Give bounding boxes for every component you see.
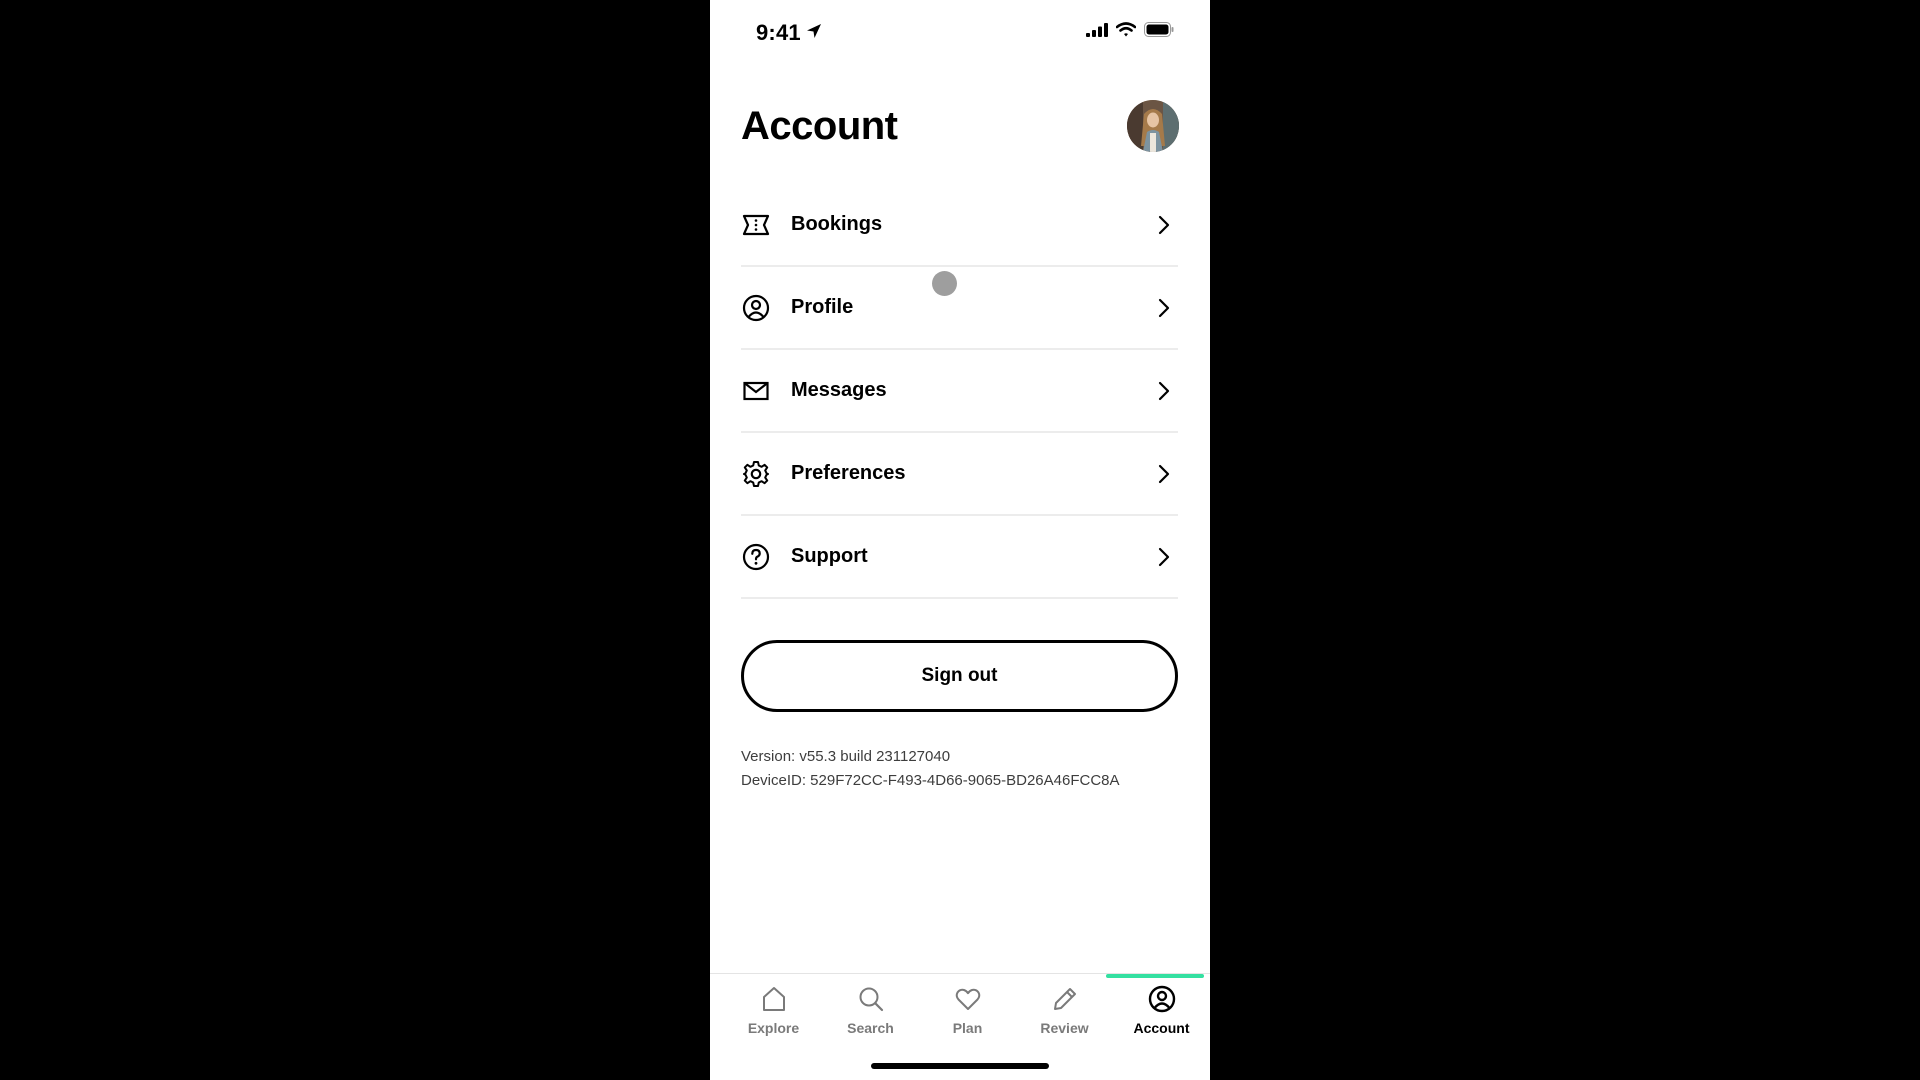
version-text: Version: v55.3 build 231127040 — [741, 748, 951, 765]
pencil-icon — [1050, 984, 1080, 1014]
user-circle-icon — [741, 293, 771, 323]
menu-item-bookings[interactable]: Bookings — [741, 184, 1178, 267]
tab-label: Search — [847, 1020, 894, 1036]
tab-account[interactable]: Account — [1113, 984, 1210, 1036]
user-circle-icon — [1147, 984, 1177, 1014]
device-id-text: DeviceID: 529F72CC-F493-4D66-9065-BD26A4… — [741, 772, 1120, 789]
tab-label: Account — [1133, 1020, 1190, 1036]
menu-item-profile[interactable]: Profile — [741, 267, 1178, 350]
active-tab-indicator — [1106, 974, 1204, 978]
menu-item-label: Support — [791, 545, 868, 567]
chevron-right-icon — [1154, 379, 1174, 403]
chevron-right-icon — [1154, 545, 1174, 569]
tab-plan[interactable]: Plan — [919, 984, 1016, 1036]
avatar[interactable] — [1127, 100, 1179, 152]
tab-label: Plan — [952, 1020, 983, 1036]
tab-search[interactable]: Search — [822, 984, 919, 1036]
page-title: Account — [741, 104, 898, 148]
menu-item-support[interactable]: Support — [741, 516, 1178, 599]
status-time-text: 9:41 — [756, 20, 801, 45]
chevron-right-icon — [1154, 462, 1174, 486]
account-menu: Bookings Profile Messages Preferences Su… — [741, 184, 1178, 599]
menu-item-messages[interactable]: Messages — [741, 350, 1178, 433]
envelope-icon — [741, 376, 771, 406]
phone-screen: 9:41 Account Bookings Profile Messages P… — [710, 0, 1210, 1080]
status-bar-icons — [1086, 22, 1174, 42]
ticket-icon — [741, 210, 771, 240]
menu-item-preferences[interactable]: Preferences — [741, 433, 1178, 516]
home-icon — [759, 984, 789, 1014]
menu-item-label: Preferences — [791, 462, 906, 484]
question-circle-icon — [741, 542, 771, 572]
tab-review[interactable]: Review — [1016, 984, 1113, 1036]
status-bar-time: 9:41 — [756, 20, 823, 46]
menu-item-label: Bookings — [791, 213, 883, 235]
tab-explore[interactable]: Explore — [725, 984, 822, 1036]
chevron-right-icon — [1154, 296, 1174, 320]
menu-item-label: Messages — [791, 379, 887, 401]
menu-item-label: Profile — [791, 296, 854, 318]
location-arrow-icon — [805, 20, 823, 46]
tab-label: Review — [1040, 1020, 1089, 1036]
search-icon — [856, 984, 886, 1014]
heart-icon — [953, 984, 983, 1014]
chevron-right-icon — [1154, 213, 1174, 237]
sign-out-button[interactable]: Sign out — [741, 640, 1178, 712]
tab-label: Explore — [747, 1020, 800, 1036]
battery-full-icon — [1144, 22, 1174, 42]
home-indicator[interactable] — [871, 1063, 1049, 1069]
cellular-signal-icon — [1086, 22, 1108, 42]
wifi-icon — [1115, 22, 1137, 42]
gear-icon — [741, 459, 771, 489]
app-info: Version: v55.3 build 231127040 DeviceID:… — [741, 745, 1120, 793]
